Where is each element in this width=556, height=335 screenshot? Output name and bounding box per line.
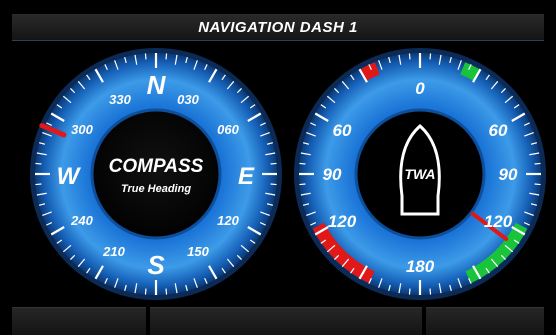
compass-subtitle: True Heading (121, 183, 191, 195)
display-frame: NAVIGATION DASH 1 COMPASS True Heading N… (0, 0, 556, 335)
tick-mark (165, 288, 168, 295)
cardinal-w: W (57, 163, 82, 190)
compass-dial: COMPASS True Heading N E S W 030 060 120… (30, 48, 282, 300)
bottom-tab-left[interactable] (12, 307, 146, 335)
tick-mark (429, 288, 432, 295)
cardinal-e: E (238, 163, 255, 190)
bottom-tab-center[interactable] (150, 307, 422, 335)
deg-label-150: 150 (187, 244, 209, 259)
bottom-tab-right[interactable] (426, 307, 544, 335)
twa-label-0: 0 (415, 79, 425, 98)
tick-mark (270, 183, 277, 186)
bottom-tab-bar (12, 307, 544, 335)
tick-mark (35, 183, 42, 186)
twa-label-180: 180 (406, 257, 435, 276)
port-closehauled-red (359, 62, 380, 81)
title-bar: NAVIGATION DASH 1 (12, 14, 544, 41)
cardinal-n: N (147, 70, 167, 100)
deg-label-240: 240 (70, 213, 93, 228)
tick-mark (144, 288, 147, 295)
deg-label-120: 120 (217, 213, 239, 228)
tick-mark (299, 183, 306, 186)
deg-label-030: 030 (177, 92, 199, 107)
twa-title: TWA (404, 166, 435, 182)
twa-dial: TWA 0 180 60 90 120 60 90 120 (294, 48, 546, 300)
cardinal-s: S (147, 250, 165, 280)
tick-mark (299, 162, 306, 165)
stbd-closehauled-green (460, 62, 481, 81)
compass-title: COMPASS (109, 156, 204, 177)
twa-label-port-120: 120 (328, 212, 357, 231)
twa-label-port-60: 60 (333, 121, 352, 140)
tick-mark (270, 162, 277, 165)
tick-mark (165, 53, 168, 60)
tick-mark (429, 53, 432, 60)
tick-mark (35, 162, 42, 165)
twa-label-port-90: 90 (323, 165, 342, 184)
twa-gauge[interactable]: TWA 0 180 60 90 120 60 90 120 (292, 46, 548, 302)
twa-label-stbd-120: 120 (484, 212, 513, 231)
deg-label-060: 060 (217, 122, 239, 137)
tick-mark (408, 288, 411, 295)
twa-label-stbd-60: 60 (489, 121, 508, 140)
compass-gauge[interactable]: COMPASS True Heading N E S W 030 060 120… (28, 46, 284, 302)
deg-label-330: 330 (109, 92, 131, 107)
tick-mark (534, 183, 541, 186)
tick-mark (534, 162, 541, 165)
tick-mark (144, 53, 147, 60)
tick-mark (408, 53, 411, 60)
page-title: NAVIGATION DASH 1 (198, 18, 358, 36)
deg-label-210: 210 (102, 244, 125, 259)
deg-label-300: 300 (71, 122, 93, 137)
twa-label-stbd-90: 90 (499, 165, 518, 184)
